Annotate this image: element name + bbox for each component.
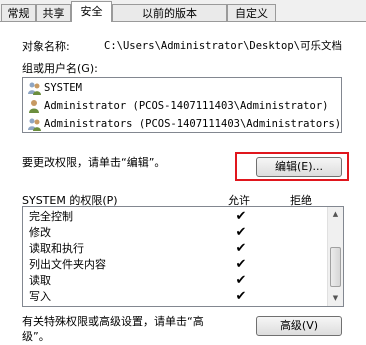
group-name: Administrators (PCOS-1407111403\Administ… [44,118,342,130]
permission-row: 读取和执行 [29,241,84,257]
allow-check-icon: ✔ [235,241,247,256]
group-list-label: 组或用户名(G): [22,62,98,75]
permission-name: 读取 [29,274,51,287]
permissions-scrollbar[interactable]: ▲ ▼ [327,207,343,306]
permission-name: 写入 [29,290,51,303]
tab-security[interactable]: 安全 [71,1,112,22]
scroll-thumb[interactable] [330,247,341,287]
tab-general[interactable]: 常规 [1,4,36,21]
allow-check-icon: ✔ [235,289,247,304]
user-icon [29,100,39,113]
tab-sharing[interactable]: 共享 [36,4,71,21]
advanced-button-label: 高级(V) [279,319,319,332]
permission-row: 修改 [29,225,51,241]
security-panel: 对象名称: C:\Users\Administrator\Desktop\可乐文… [0,21,366,345]
permission-row: 完全控制 [29,209,73,225]
permission-row: 列出文件夹内容 [29,257,106,273]
tab-strip: 常规 共享 安全 以前的版本 自定义 [0,0,366,22]
advanced-button[interactable]: 高级(V) [256,316,342,336]
edit-button-label: 编辑(E)... [274,160,324,173]
group-icon [28,82,41,95]
allow-check-icon: ✔ [235,257,247,272]
scroll-down-arrow-icon[interactable]: ▼ [328,291,343,306]
permission-name: 完全控制 [29,210,73,223]
permission-name: 读取和执行 [29,242,84,255]
object-name-label: 对象名称: [22,40,70,53]
tab-previous-versions[interactable]: 以前的版本 [112,4,227,21]
allow-check-icon: ✔ [235,273,247,288]
scroll-up-arrow-icon[interactable]: ▲ [328,207,343,222]
tab-customize[interactable]: 自定义 [227,4,276,21]
tab-previous-versions-label: 以前的版本 [142,7,197,20]
change-permissions-hint: 要更改权限，请单击“编辑”。 [22,156,166,169]
list-item[interactable]: SYSTEM [27,79,82,97]
tab-sharing-label: 共享 [42,7,65,20]
allow-check-icon: ✔ [235,209,247,224]
tab-general-label: 常规 [7,7,30,20]
permission-row: 读取 [29,273,51,289]
permissions-list[interactable]: 完全控制 修改 读取和执行 列出文件夹内容 读取 写入 ✔ ✔ ✔ ✔ ✔ ✔ … [22,206,344,307]
list-item[interactable]: Administrators (PCOS-1407111403\Administ… [27,115,341,133]
group-name: SYSTEM [44,82,82,94]
advanced-hint-line2: 级”。 [22,330,50,343]
group-user-list[interactable]: SYSTEM Administrator (PCOS-1407111403\Ad… [22,77,342,133]
group-icon [28,118,41,131]
allow-check-icon: ✔ [235,225,247,240]
tab-security-label: 安全 [80,5,103,18]
permission-name: 列出文件夹内容 [29,258,106,271]
tab-customize-label: 自定义 [235,7,268,20]
edit-button[interactable]: 编辑(E)... [256,157,342,177]
group-name: Administrator (PCOS-1407111403\Administr… [44,100,329,112]
advanced-hint-line1: 有关特殊权限或高级设置，请单击“高 [22,315,204,328]
permission-row: 写入 [29,289,51,305]
permission-name: 修改 [29,226,51,239]
object-name-value: C:\Users\Administrator\Desktop\可乐文档 [104,40,342,52]
list-item[interactable]: Administrator (PCOS-1407111403\Administr… [27,97,328,115]
